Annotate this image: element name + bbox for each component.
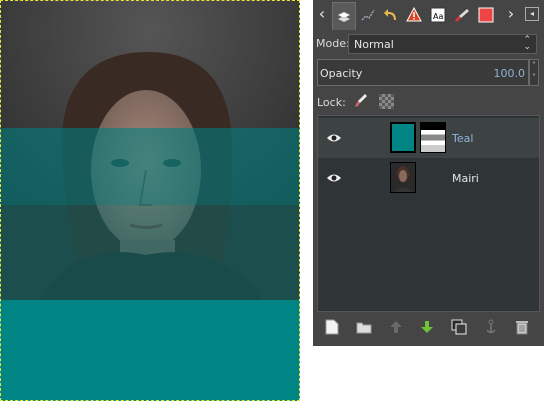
layer-name-teal[interactable]: Teal [452,132,473,145]
svg-text:Aa: Aa [433,12,443,21]
tab-undo-history[interactable] [380,3,402,27]
layer-name-mairi[interactable]: Mairi [452,172,479,185]
tab-channels[interactable] [357,3,379,27]
opacity-spin-buttons[interactable]: ˄ ˅ [529,59,539,86]
mode-label: Mode: [316,37,350,50]
layer-mask-thumbnail-teal[interactable] [420,122,446,153]
eye-icon [327,174,341,182]
fonts-icon: Aa [430,7,446,23]
duplicate-layer-button[interactable] [450,318,468,336]
dock-tab-bar: ‹ Aa › ◂ [313,0,544,30]
new-layer-group-button[interactable] [355,318,373,336]
lock-pixels-toggle[interactable] [353,93,369,109]
raise-layer-button[interactable] [387,318,405,336]
image-canvas[interactable] [0,0,300,401]
tab-patterns[interactable] [475,3,497,27]
eye-icon [327,134,341,142]
teal-overlay-band-lower [0,205,300,300]
delete-layer-icon [516,321,528,335]
tab-scroll-left-icon[interactable]: ‹ [315,4,329,24]
paintbrush-icon [355,94,367,107]
teal-layer-area [0,300,300,401]
tab-brushes[interactable] [451,3,473,27]
layer-row-teal[interactable]: Teal [318,118,539,158]
new-layer-button[interactable] [323,318,341,336]
updown-chevron-icon: ⌃ ⌄ [523,35,531,52]
spin-up-icon[interactable]: ˄ [532,61,536,70]
pattern-icon [478,7,494,23]
layer-row-mairi[interactable]: Mairi [318,158,539,198]
spin-down-icon[interactable]: ˅ [532,73,536,82]
visibility-toggle-mairi[interactable] [326,172,342,184]
tab-warning[interactable] [403,3,425,27]
tab-fonts[interactable]: Aa [427,3,449,27]
mode-value: Normal [354,38,394,51]
opacity-spinbox[interactable]: Opacity 100.0 [317,59,529,86]
visibility-toggle-teal[interactable] [326,132,342,144]
lock-alpha-toggle[interactable] [379,94,394,109]
warning-icon [406,7,422,22]
tab-scroll-right-icon[interactable]: › [504,4,518,24]
layer-thumbnail-teal[interactable] [390,122,416,153]
raise-layer-icon [390,321,402,333]
open-folder-icon [356,322,372,334]
layers-button-bar [313,316,544,340]
mode-select[interactable]: Normal ⌃ ⌄ [348,34,537,54]
lock-label: Lock: [317,96,346,109]
opacity-value: 100.0 [493,67,526,80]
undo-history-icon [384,9,396,20]
teal-overlay-band-upper [0,128,300,205]
duplicate-layer-icon [451,319,467,335]
anchor-layer-button[interactable] [482,318,500,336]
layers-list[interactable]: Teal Mairi [317,115,540,312]
brush-icon [455,9,469,22]
new-layer-icon [325,319,339,335]
layers-dock: ‹ Aa › ◂ Mode: Normal ⌃⌄ Opacity 100.0 [313,0,544,346]
lower-layer-icon [421,321,433,333]
channels-icon [361,9,375,21]
layers-icon [337,11,351,22]
dock-menu-icon[interactable]: ◂ [525,7,539,21]
anchor-icon [486,319,496,334]
delete-layer-button[interactable] [513,318,531,336]
opacity-label: Opacity [320,67,363,80]
tab-layers[interactable] [332,2,356,30]
layer-thumbnail-mairi[interactable] [390,162,416,193]
lower-layer-button[interactable] [418,318,436,336]
portrait-thumbnail [393,166,413,192]
